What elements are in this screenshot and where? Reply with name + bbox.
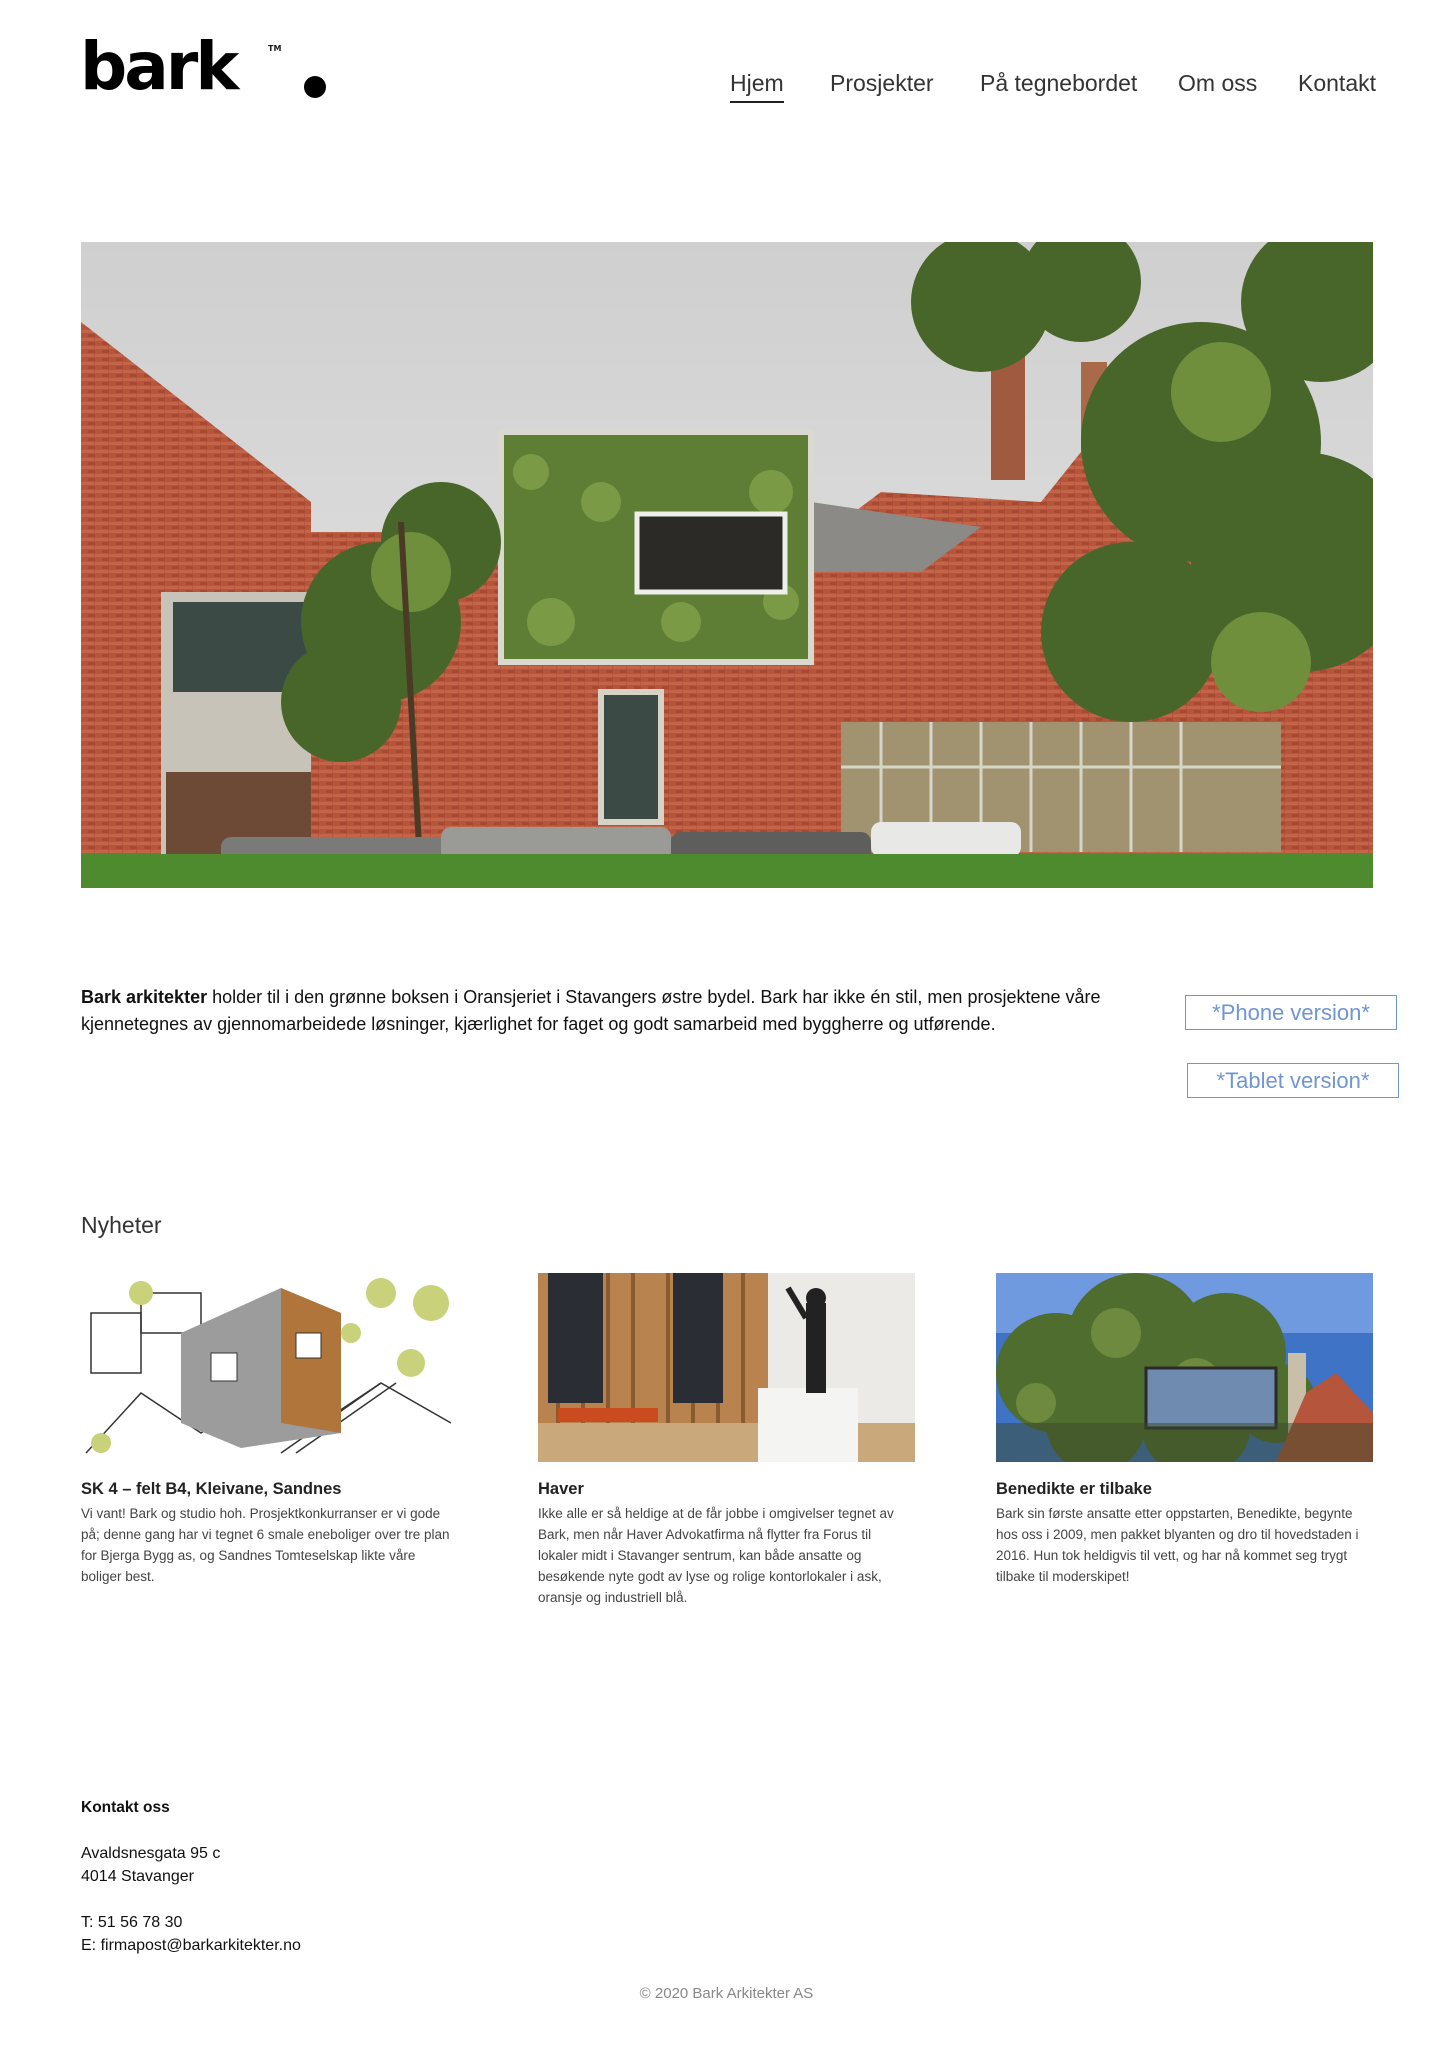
news-excerpt: Bark sin første ansatte etter oppstarten… xyxy=(996,1506,1359,1584)
address-line-1: Avaldsnesgata 95 c xyxy=(81,1845,221,1862)
contact-block: Kontakt oss Avaldsnesgata 95 c 4014 Stav… xyxy=(81,1796,301,1957)
news-card[interactable]: Haver Ikke alle er så heldige at de får … xyxy=(538,1273,915,1608)
nav-item-om-oss[interactable]: Om oss xyxy=(1178,70,1257,97)
logo-trademark: TM xyxy=(268,44,282,53)
intro-company-name: Bark arkitekter xyxy=(81,987,208,1007)
news-heading[interactable]: SK 4 – felt B4, Kleivane, Sandnes xyxy=(81,1480,458,1499)
nav-item-hjem[interactable]: Hjem xyxy=(730,70,784,103)
news-image-haver[interactable] xyxy=(538,1273,915,1462)
news-heading[interactable]: Benedikte er tilbake xyxy=(996,1480,1373,1499)
news-image-benedikte[interactable] xyxy=(996,1273,1373,1462)
phone-version-button[interactable]: *Phone version* xyxy=(1185,995,1397,1030)
nav-item-prosjekter[interactable]: Prosjekter xyxy=(830,70,934,97)
contact-phone[interactable]: T: 51 56 78 30 xyxy=(81,1911,301,1934)
intro-description: holder til i den grønne boksen i Oransje… xyxy=(81,987,1101,1034)
nav-item-pa-tegnebordet[interactable]: På tegnebordet xyxy=(980,70,1137,97)
news-heading[interactable]: Haver xyxy=(538,1480,915,1499)
address-line-2: 4014 Stavanger xyxy=(81,1868,194,1885)
main-nav: Hjem Prosjekter På tegnebordet Om oss Ko… xyxy=(0,70,1440,110)
copyright: © 2020 Bark Arkitekter AS xyxy=(639,1985,814,2002)
hero-image xyxy=(81,242,1373,888)
news-section-title: Nyheter xyxy=(81,1212,162,1238)
news-card[interactable]: Benedikte er tilbake Bark sin første ans… xyxy=(996,1273,1373,1587)
intro-text: Bark arkitekter holder til i den grønne … xyxy=(81,984,1101,1038)
news-card[interactable]: SK 4 – felt B4, Kleivane, Sandnes Vi van… xyxy=(81,1273,458,1587)
news-excerpt: Ikke alle er så heldige at de får jobbe … xyxy=(538,1506,894,1605)
news-excerpt: Vi vant! Bark og studio hoh. Prosjektkon… xyxy=(81,1506,450,1584)
contact-title: Kontakt oss xyxy=(81,1799,170,1816)
nav-item-kontakt[interactable]: Kontakt xyxy=(1298,70,1376,97)
contact-email[interactable]: E: firmapost@barkarkitekter.no xyxy=(81,1934,301,1957)
tablet-version-button[interactable]: *Tablet version* xyxy=(1187,1063,1399,1098)
news-image-sk4[interactable] xyxy=(81,1273,458,1462)
